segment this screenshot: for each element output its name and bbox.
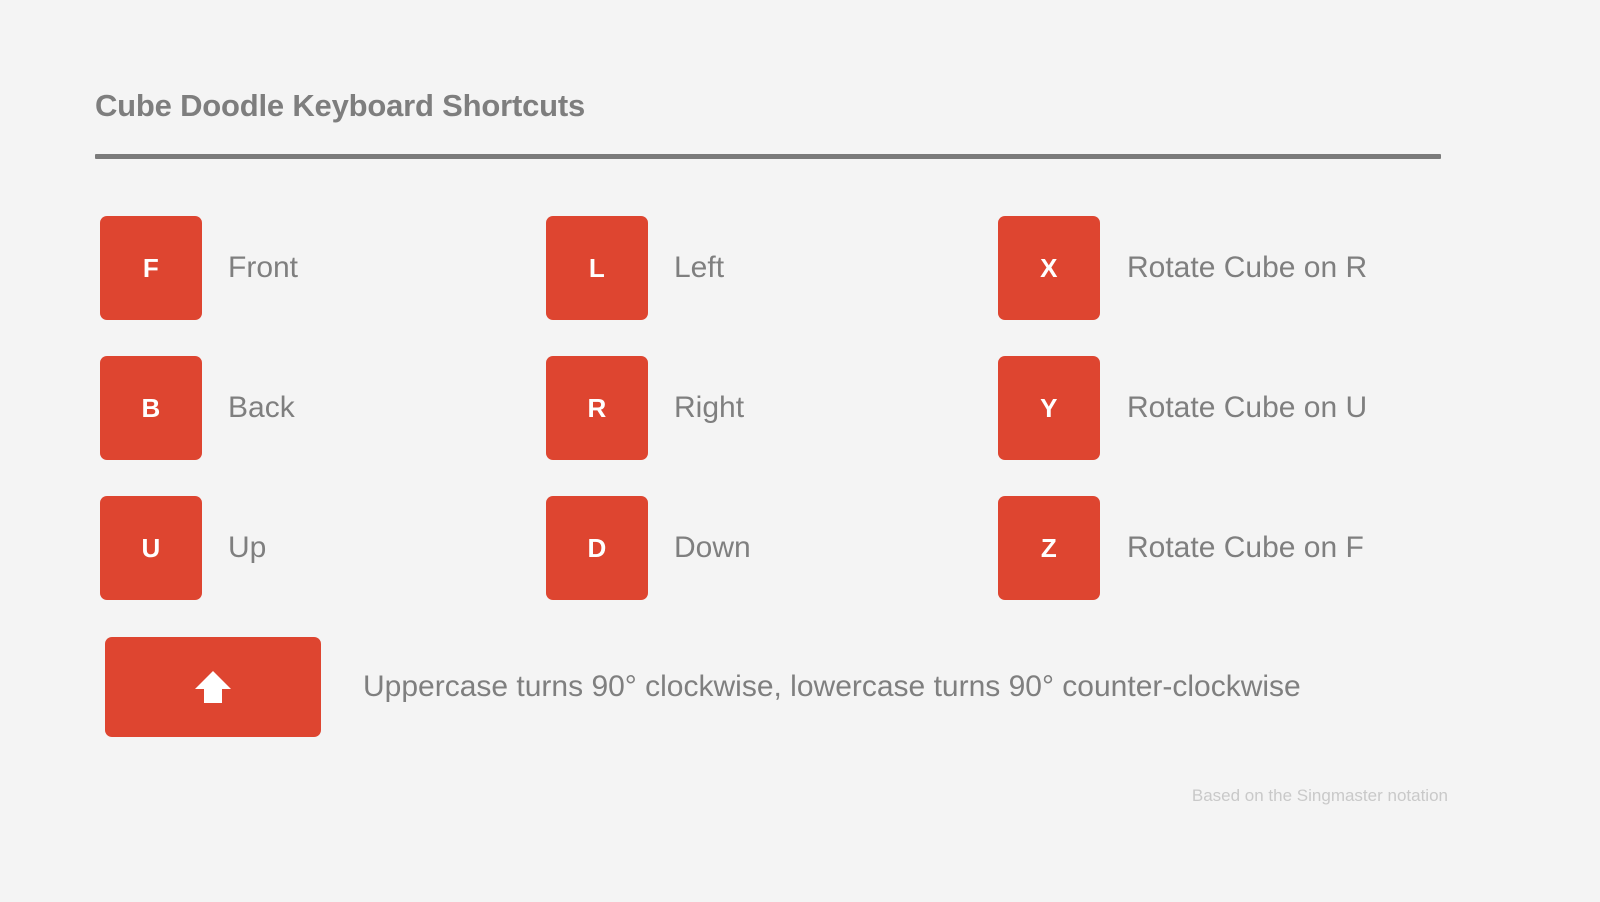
- shortcut-column-3: X Rotate Cube on R Y Rotate Cube on U Z …: [998, 216, 1367, 636]
- shortcut-row[interactable]: Z Rotate Cube on F: [998, 496, 1367, 600]
- shortcut-row[interactable]: U Up: [100, 496, 298, 600]
- key-cap[interactable]: Y: [998, 356, 1100, 460]
- key-cap[interactable]: Z: [998, 496, 1100, 600]
- key-letter: Y: [1040, 393, 1058, 423]
- shortcut-column-2: L Left R Right D Down: [546, 216, 751, 636]
- key-cap[interactable]: R: [546, 356, 648, 460]
- shortcut-row[interactable]: Y Rotate Cube on U: [998, 356, 1367, 460]
- key-cap[interactable]: X: [998, 216, 1100, 320]
- key-letter: R: [587, 393, 607, 423]
- shortcut-label: Back: [228, 391, 295, 424]
- arrow-up-icon: [195, 671, 231, 703]
- shift-shortcut-row[interactable]: Uppercase turns 90° clockwise, lowercase…: [105, 637, 1301, 737]
- key-letter: F: [142, 253, 160, 283]
- shortcut-label: Down: [674, 531, 751, 564]
- key-cap[interactable]: L: [546, 216, 648, 320]
- shortcut-label: Left: [674, 251, 725, 284]
- key-letter: Z: [1040, 533, 1058, 563]
- shortcut-row[interactable]: F Front: [100, 216, 298, 320]
- shortcut-label: Up: [228, 531, 267, 564]
- shortcut-label: Rotate Cube on R: [1127, 251, 1368, 284]
- shortcut-label: Front: [228, 251, 299, 284]
- key-cap[interactable]: F: [100, 216, 202, 320]
- key-letter: U: [141, 533, 161, 563]
- key-cap[interactable]: U: [100, 496, 202, 600]
- shortcut-label: Rotate Cube on F: [1127, 531, 1364, 564]
- key-letter: B: [141, 393, 161, 423]
- shift-key-cap[interactable]: [105, 637, 321, 737]
- shortcut-column-1: F Front B Back U Up: [100, 216, 298, 636]
- key-letter: D: [587, 533, 607, 563]
- shortcuts-cheatsheet: Cube Doodle Keyboard Shortcuts F Front B…: [0, 0, 1600, 902]
- key-letter: X: [1040, 253, 1058, 283]
- key-letter: L: [588, 253, 606, 283]
- shortcut-row[interactable]: L Left: [546, 216, 751, 320]
- shortcut-row[interactable]: D Down: [546, 496, 751, 600]
- shift-caption: Uppercase turns 90° clockwise, lowercase…: [363, 670, 1301, 703]
- shortcut-row[interactable]: X Rotate Cube on R: [998, 216, 1367, 320]
- shortcut-label: Rotate Cube on U: [1127, 391, 1368, 424]
- shortcut-grid: F Front B Back U Up L Left R Right D Dow…: [0, 0, 1600, 902]
- shortcut-label: Right: [674, 391, 745, 424]
- footer-note: Based on the Singmaster notation: [1191, 786, 1448, 805]
- shortcut-row[interactable]: R Right: [546, 356, 751, 460]
- key-cap[interactable]: B: [100, 356, 202, 460]
- key-cap[interactable]: D: [546, 496, 648, 600]
- shortcut-row[interactable]: B Back: [100, 356, 298, 460]
